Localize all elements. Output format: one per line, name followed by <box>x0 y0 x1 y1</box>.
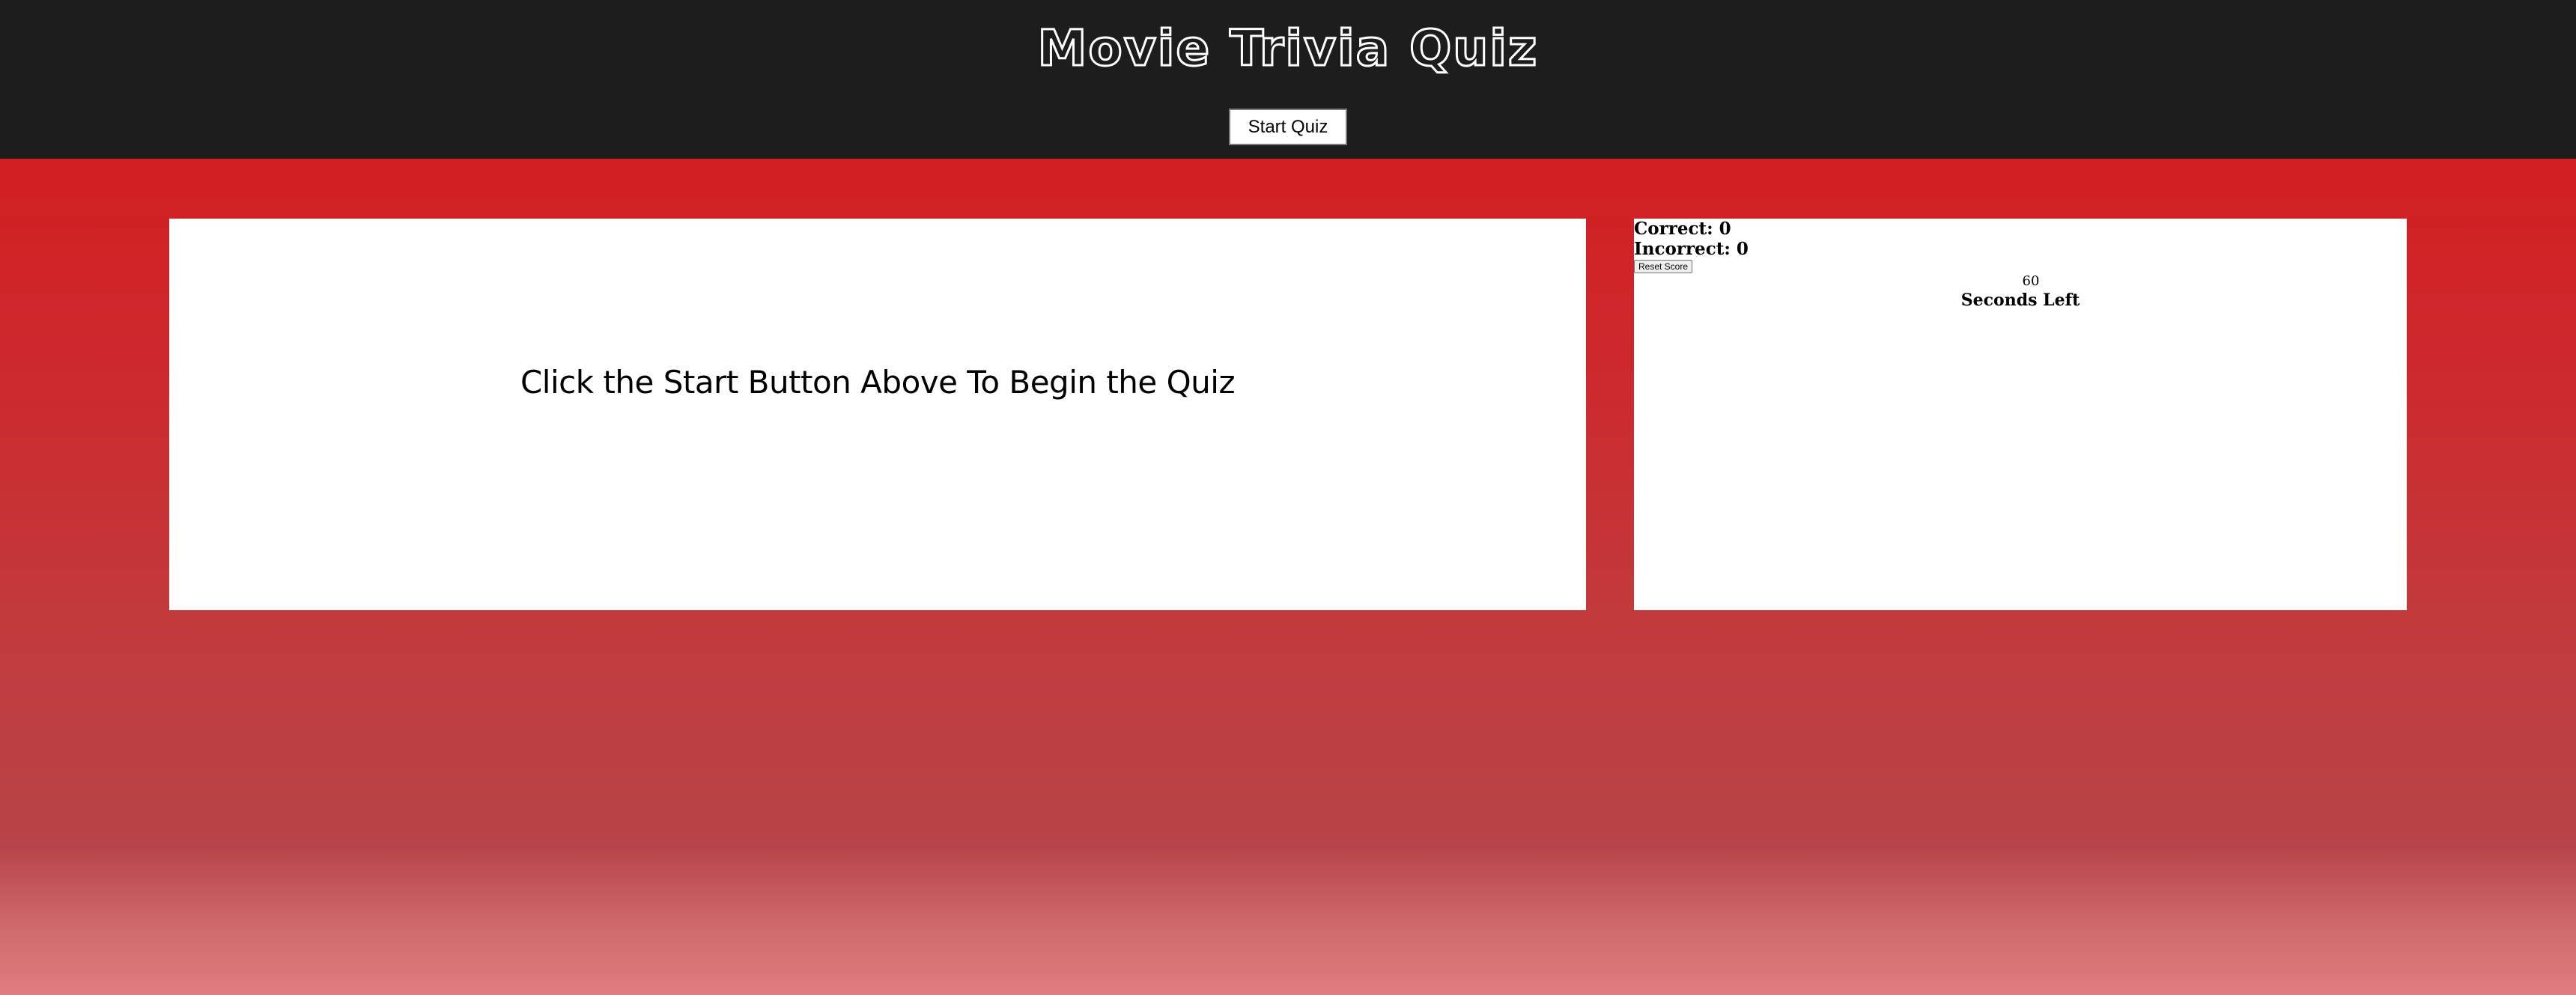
header-bar: Movie Trivia Quiz Start Quiz <box>0 0 2576 159</box>
incorrect-count: Incorrect: 0 <box>1634 239 1749 259</box>
timer-seconds: 60 <box>2022 273 2040 289</box>
correct-count: Correct: 0 <box>1634 219 1731 239</box>
timer-label: Seconds Left <box>1960 290 2080 310</box>
reset-score-button[interactable]: Reset Score <box>1634 260 1692 273</box>
quiz-panel: Click the Start Button Above To Begin th… <box>169 219 1586 610</box>
start-quiz-button[interactable]: Start Quiz <box>1229 109 1347 145</box>
page-title: Movie Trivia Quiz <box>1036 19 1539 79</box>
score-panel: Correct: 0 Incorrect: 0 Reset Score 60 S… <box>1634 219 2407 610</box>
quiz-instruction: Click the Start Button Above To Begin th… <box>520 364 1236 401</box>
